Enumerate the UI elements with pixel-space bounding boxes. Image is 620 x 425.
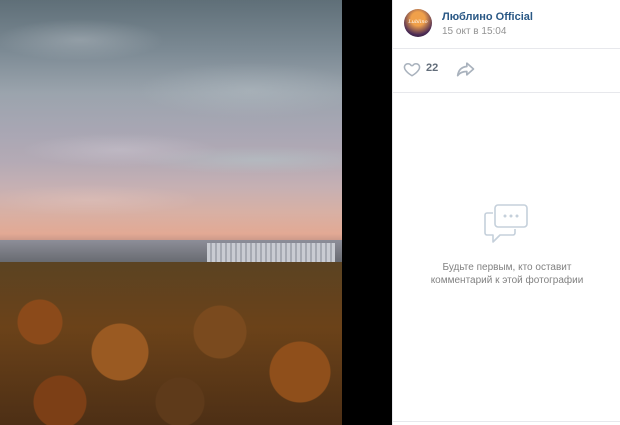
no-comments-message: Будьте первым, кто оставит комментарий к… [413,261,601,287]
autumn-forest [0,262,342,425]
photo-side-panel: Lublino Люблино Official 15 окт в 15:04 … [392,0,620,425]
like-count[interactable]: 22 [426,62,438,74]
share-arrow-icon[interactable] [456,60,476,78]
comment-bubble-icon [484,204,528,243]
heart-outline-icon[interactable] [403,60,421,78]
no-comments-line-1: Будьте первым, кто оставит [442,262,572,273]
post-header: Lublino Люблино Official 15 окт в 15:04 [393,0,620,48]
actions-divider [393,92,620,93]
avatar[interactable]: Lublino [404,9,432,37]
post-actions: 22 [393,49,620,91]
photo-viewer-image[interactable] [0,0,342,425]
viewer-gap [342,0,392,425]
avatar-logo-text: Lublino [408,19,428,25]
post-date[interactable]: 15 окт в 15:04 [442,26,506,37]
no-comments-line-2: комментарий к этой фотографии [430,275,584,286]
comments-bottom-divider [393,421,620,422]
author-name-link[interactable]: Люблино Official [442,11,533,23]
